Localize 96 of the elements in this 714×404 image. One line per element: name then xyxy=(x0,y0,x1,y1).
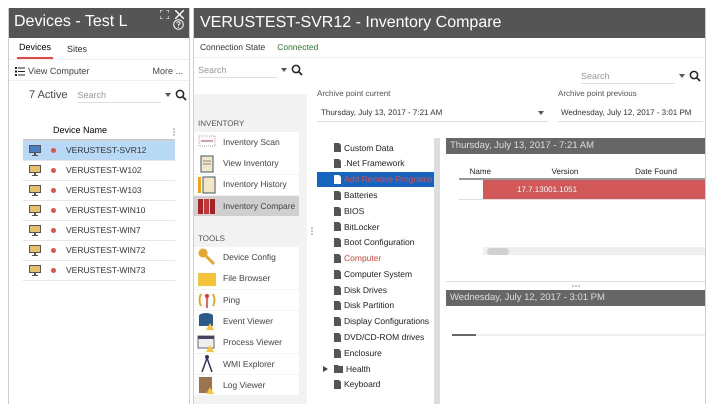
drag-handle-icon[interactable] xyxy=(311,227,313,235)
version-cell-text: 17.7.13001.1051 xyxy=(516,184,578,196)
monitor-icon xyxy=(29,265,41,276)
monitor-icon xyxy=(29,145,41,156)
device-name: VERUSTEST-WIN72 xyxy=(66,244,146,257)
binders-icon xyxy=(197,196,217,216)
tree-item[interactable]: Batteries xyxy=(317,187,434,204)
device-row[interactable]: VERUSTEST-WIN7 xyxy=(23,221,175,241)
monitor-icon xyxy=(29,245,41,256)
device-name: VERUSTEST-WIN10 xyxy=(66,204,146,217)
tree-item[interactable]: Computer xyxy=(317,250,434,266)
search-icon[interactable] xyxy=(291,64,303,76)
column-header[interactable]: Date Found xyxy=(613,166,699,178)
help-icon[interactable] xyxy=(173,19,184,30)
monitor-icon xyxy=(29,185,41,196)
tree-item[interactable]: Computer System xyxy=(317,266,434,282)
device-name: VERUSTEST-W102 xyxy=(66,164,142,177)
list-icon xyxy=(15,67,25,76)
device-row[interactable]: VERUSTEST-W102 xyxy=(23,161,175,181)
column-header[interactable]: Device Name xyxy=(23,124,173,139)
monitor-icon xyxy=(29,205,41,216)
window-title: VERUSTEST-SVR12 - Inventory Compare xyxy=(200,13,502,33)
search-icon[interactable] xyxy=(175,89,187,101)
nav-item[interactable]: Log Viewer xyxy=(194,374,299,396)
nav-item[interactable]: Inventory Scan xyxy=(194,132,299,152)
tree-item[interactable]: Custom Data xyxy=(317,140,434,156)
monitor-icon xyxy=(29,225,41,236)
key-icon xyxy=(197,247,217,268)
tab[interactable]: Sites xyxy=(65,42,90,59)
archive-previous-label: Archive point previous xyxy=(558,88,638,100)
device-row[interactable]: VERUSTEST-WIN73 xyxy=(23,261,175,281)
device-name: VERUSTEST-W103 xyxy=(66,184,142,197)
caret-icon[interactable] xyxy=(538,110,544,114)
database-icon xyxy=(197,311,217,332)
device-name: VERUSTEST-WIN73 xyxy=(66,264,146,277)
device-row[interactable]: VERUSTEST-WIN72 xyxy=(23,241,175,261)
caret-icon[interactable] xyxy=(281,68,287,72)
active-count: 7 Active xyxy=(29,88,68,103)
nav-item[interactable]: Process Viewer xyxy=(194,332,299,353)
tree-item[interactable]: .Net Framework xyxy=(317,156,434,172)
search-field[interactable]: Search xyxy=(581,68,675,84)
drag-handle-icon[interactable] xyxy=(173,128,175,136)
device-name: VERUSTEST-WIN7 xyxy=(66,224,141,237)
tree-item[interactable]: BitLocker xyxy=(317,218,434,235)
nav-item[interactable]: Inventory History xyxy=(194,174,299,196)
process-icon xyxy=(197,332,217,353)
archive-previous-dropdown[interactable]: Wednesday, July 12, 2017 - 3:01 PM xyxy=(558,104,703,122)
folder-icon xyxy=(334,365,343,374)
nav-item[interactable]: WMI Explorer xyxy=(194,354,299,374)
nav-item[interactable]: Event Viewer xyxy=(194,311,299,332)
monitor-icon xyxy=(29,165,41,176)
tree-item[interactable]: Health xyxy=(317,361,434,377)
fullscreen-icon[interactable] xyxy=(160,10,169,19)
drag-handle-icon[interactable] xyxy=(572,285,580,287)
tree-item[interactable]: BIOS xyxy=(317,203,434,219)
horizontal-scrollbar[interactable] xyxy=(483,247,705,255)
more-button[interactable]: More ... xyxy=(152,64,183,78)
file-icon xyxy=(334,380,341,390)
nav-item[interactable]: Ping xyxy=(194,290,299,310)
device-row[interactable]: VERUSTEST-W103 xyxy=(23,181,175,201)
device-name: VERUSTEST-SVR12 xyxy=(66,144,146,157)
view-computer-button[interactable]: View Computer xyxy=(15,64,90,78)
column-header[interactable]: Version xyxy=(517,166,613,178)
tree-item[interactable]: Boot Configuration xyxy=(317,234,434,251)
nav-item[interactable]: Device Config xyxy=(194,247,299,268)
panel-title: Devices - Test L xyxy=(14,12,128,32)
connection-state-value: Connected xyxy=(277,41,318,54)
nav-item[interactable]: View Inventory xyxy=(194,153,299,174)
tree-item[interactable]: DVD/CD-ROM drives xyxy=(317,330,434,346)
search-icon[interactable] xyxy=(689,70,701,82)
caret-icon[interactable] xyxy=(679,74,685,78)
expand-icon[interactable] xyxy=(323,366,328,372)
device-row[interactable]: VERUSTEST-WIN10 xyxy=(23,201,175,221)
tab[interactable]: Devices xyxy=(17,40,54,59)
search-field[interactable]: Search xyxy=(78,87,161,103)
history-icon xyxy=(197,174,217,195)
tree-item[interactable]: Disk Partition xyxy=(317,298,434,314)
connection-state-label: Connection State xyxy=(200,41,266,54)
book-icon xyxy=(197,375,217,396)
nav-item[interactable]: Inventory Compare xyxy=(194,196,299,216)
tree-item[interactable]: Enclosure xyxy=(317,345,434,362)
tree-item[interactable]: Disk Drives xyxy=(317,282,434,298)
caret-icon[interactable] xyxy=(165,93,171,97)
section-heading: INVENTORY xyxy=(197,118,246,130)
search-field[interactable]: Search xyxy=(198,62,277,78)
nav-item[interactable]: File Browser xyxy=(194,268,299,289)
close-icon[interactable] xyxy=(175,10,184,19)
archive-current-label: Archive point current xyxy=(317,88,392,100)
panel-title: Wednesday, July 12, 2017 - 3:01 PM xyxy=(450,290,605,305)
tree-item[interactable]: Keyboard xyxy=(317,376,434,393)
tree-item[interactable]: Display Configurations xyxy=(317,314,434,330)
column-header[interactable]: Name xyxy=(459,166,517,178)
panel-title: Thursday, July 13, 2017 - 7:21 AM xyxy=(450,138,594,153)
archive-current-dropdown[interactable]: Thursday, July 13, 2017 - 7:21 AM xyxy=(317,104,548,122)
section-heading: TOOLS xyxy=(197,233,226,246)
device-row[interactable]: VERUSTEST-SVR12 xyxy=(23,141,175,161)
